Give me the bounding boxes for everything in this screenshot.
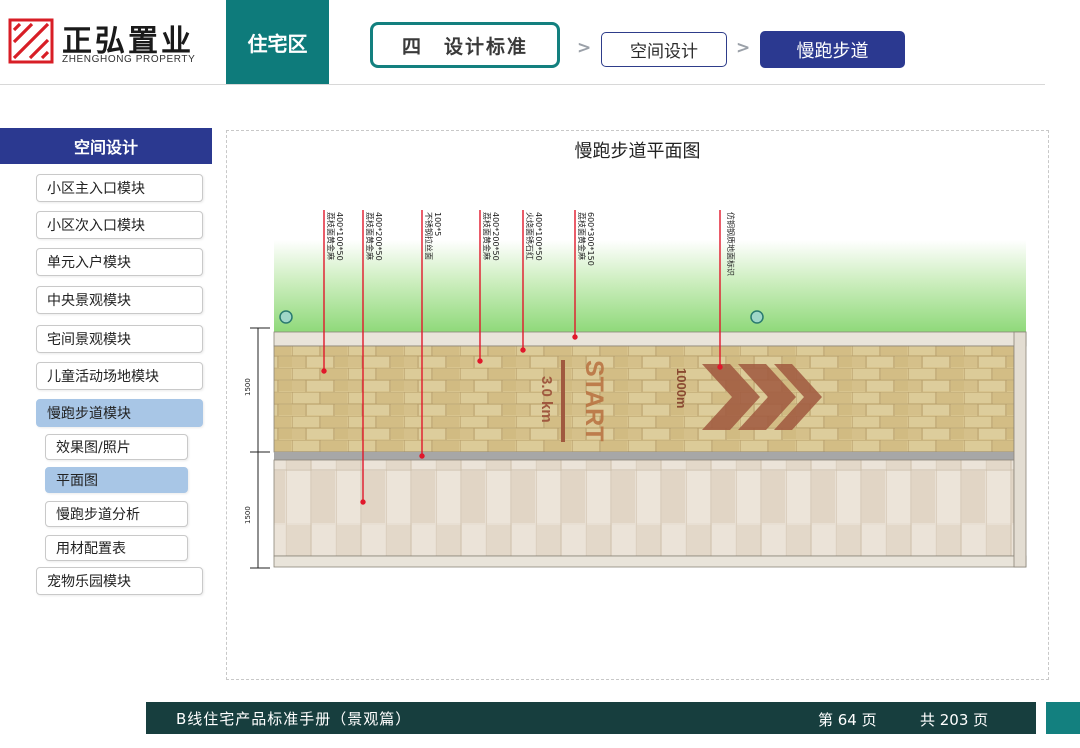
breadcrumb-current[interactable]: 慢跑步道 xyxy=(760,31,905,68)
sidebar-subitem-analysis[interactable]: 慢跑步道分析 xyxy=(45,501,188,527)
sidebar-item-jogging-track[interactable]: 慢跑步道模块 xyxy=(36,399,203,427)
jogging-lane xyxy=(273,345,1015,453)
annotation-material: 火烧面锈石红 xyxy=(525,212,535,260)
breadcrumb-chevron-icon: > xyxy=(577,38,592,58)
distance-marker-text: 1000m xyxy=(674,368,689,408)
annotation-dim: 400*200*50 xyxy=(491,212,500,261)
sidebar-item-central-landscape[interactable]: 中央景观模块 xyxy=(36,286,203,314)
sidebar-item-pet-park[interactable]: 宠物乐园模块 xyxy=(36,567,203,595)
sidebar-item-label: 中央景观模块 xyxy=(47,293,131,309)
brand-name-en: ZHENGHONG PROPERTY xyxy=(62,54,196,65)
jogging-track-plan-drawing: START 3.0 km 1000m 1500 1500 400*100*50 … xyxy=(244,210,1027,569)
sidebar-item-label: 宠物乐园模块 xyxy=(47,574,131,590)
sidebar-subitem-label: 平面图 xyxy=(56,473,98,489)
brand-logo-icon xyxy=(8,18,54,64)
side-edging xyxy=(1013,331,1027,568)
sidebar-item-unit-entry[interactable]: 单元入户模块 xyxy=(36,248,203,276)
sidebar-subitem-materials[interactable]: 用材配置表 xyxy=(45,535,188,561)
sidebar-subitem-renderings[interactable]: 效果图/照片 xyxy=(45,434,188,460)
sidebar-subitem-label: 效果图/照片 xyxy=(56,440,131,456)
track-start-text: START xyxy=(580,360,608,441)
breadcrumb-category[interactable]: 空间设计 xyxy=(601,32,727,67)
annotation-material: 荔枝面黄金麻 xyxy=(577,212,587,260)
sidebar-title: 空间设计 xyxy=(0,128,212,164)
sidebar-item-label: 慢跑步道模块 xyxy=(47,406,131,422)
steel-strip xyxy=(274,452,1014,460)
sidebar-item-label: 单元入户模块 xyxy=(47,255,131,271)
sidebar-subitem-label: 用材配置表 xyxy=(56,541,126,557)
annotation-dim: 600*300*150 xyxy=(586,212,595,266)
annotation-material: 不锈钢拉丝面 xyxy=(424,212,434,260)
sidebar-subitem-label: 慢跑步道分析 xyxy=(56,507,140,523)
annotation-material: 荔枝面黄金麻 xyxy=(326,212,336,260)
dimension-label: 1500 xyxy=(244,378,252,396)
edging-stone xyxy=(273,555,1027,568)
annotation-dim: 100*5 xyxy=(433,212,442,236)
sidebar-item-label: 小区次入口模块 xyxy=(47,218,145,234)
footer-bar: B线住宅产品标准手册（景观篇） 第 64 页 共 203 页 xyxy=(146,702,1036,734)
track-distance-text: 3.0 km xyxy=(538,376,555,423)
header-divider xyxy=(0,84,1045,85)
grass-area xyxy=(274,240,1026,332)
footer-page-number: 第 64 页 xyxy=(818,711,877,729)
footer-page-total: 共 203 页 xyxy=(920,711,989,729)
sidebar-item-secondary-entrance[interactable]: 小区次入口模块 xyxy=(36,211,203,239)
plan-title: 慢跑步道平面图 xyxy=(574,141,701,162)
annotation-material: 仿铜钢质地面标识 xyxy=(726,212,736,276)
sidebar-subitem-plan[interactable]: 平面图 xyxy=(45,467,188,493)
sidebar-item-label: 宅间景观模块 xyxy=(47,332,131,348)
light-fixture-icon xyxy=(279,310,293,324)
sidebar-item-label: 小区主入口模块 xyxy=(47,181,145,197)
zone-tab[interactable]: 住宅区 xyxy=(226,0,329,84)
edging-stone xyxy=(273,331,1027,347)
sidebar-item-between-buildings[interactable]: 宅间景观模块 xyxy=(36,325,203,353)
annotation-material: 荔枝面黄金麻 xyxy=(365,212,375,260)
light-fixture-icon xyxy=(750,310,764,324)
sidebar-item-children-play[interactable]: 儿童活动场地模块 xyxy=(36,362,203,390)
annotation-dim: 400*100*50 xyxy=(534,212,543,261)
annotation-material: 荔枝面黄金麻 xyxy=(482,212,492,260)
footer-title: B线住宅产品标准手册（景观篇） xyxy=(176,710,412,728)
sidebar-item-main-entrance[interactable]: 小区主入口模块 xyxy=(36,174,203,202)
dimension-lines xyxy=(250,327,270,569)
breadcrumb-chevron-icon: > xyxy=(736,38,751,58)
footer-accent-block xyxy=(1046,702,1080,734)
walkway-paving xyxy=(273,459,1015,557)
annotation-dim: 400*100*50 xyxy=(335,212,344,261)
annotation-dim: 400*200*50 xyxy=(374,212,383,261)
sidebar-item-label: 儿童活动场地模块 xyxy=(47,369,159,385)
breadcrumb-section[interactable]: 四 设计标准 xyxy=(370,22,560,68)
dimension-label: 1500 xyxy=(244,506,252,524)
